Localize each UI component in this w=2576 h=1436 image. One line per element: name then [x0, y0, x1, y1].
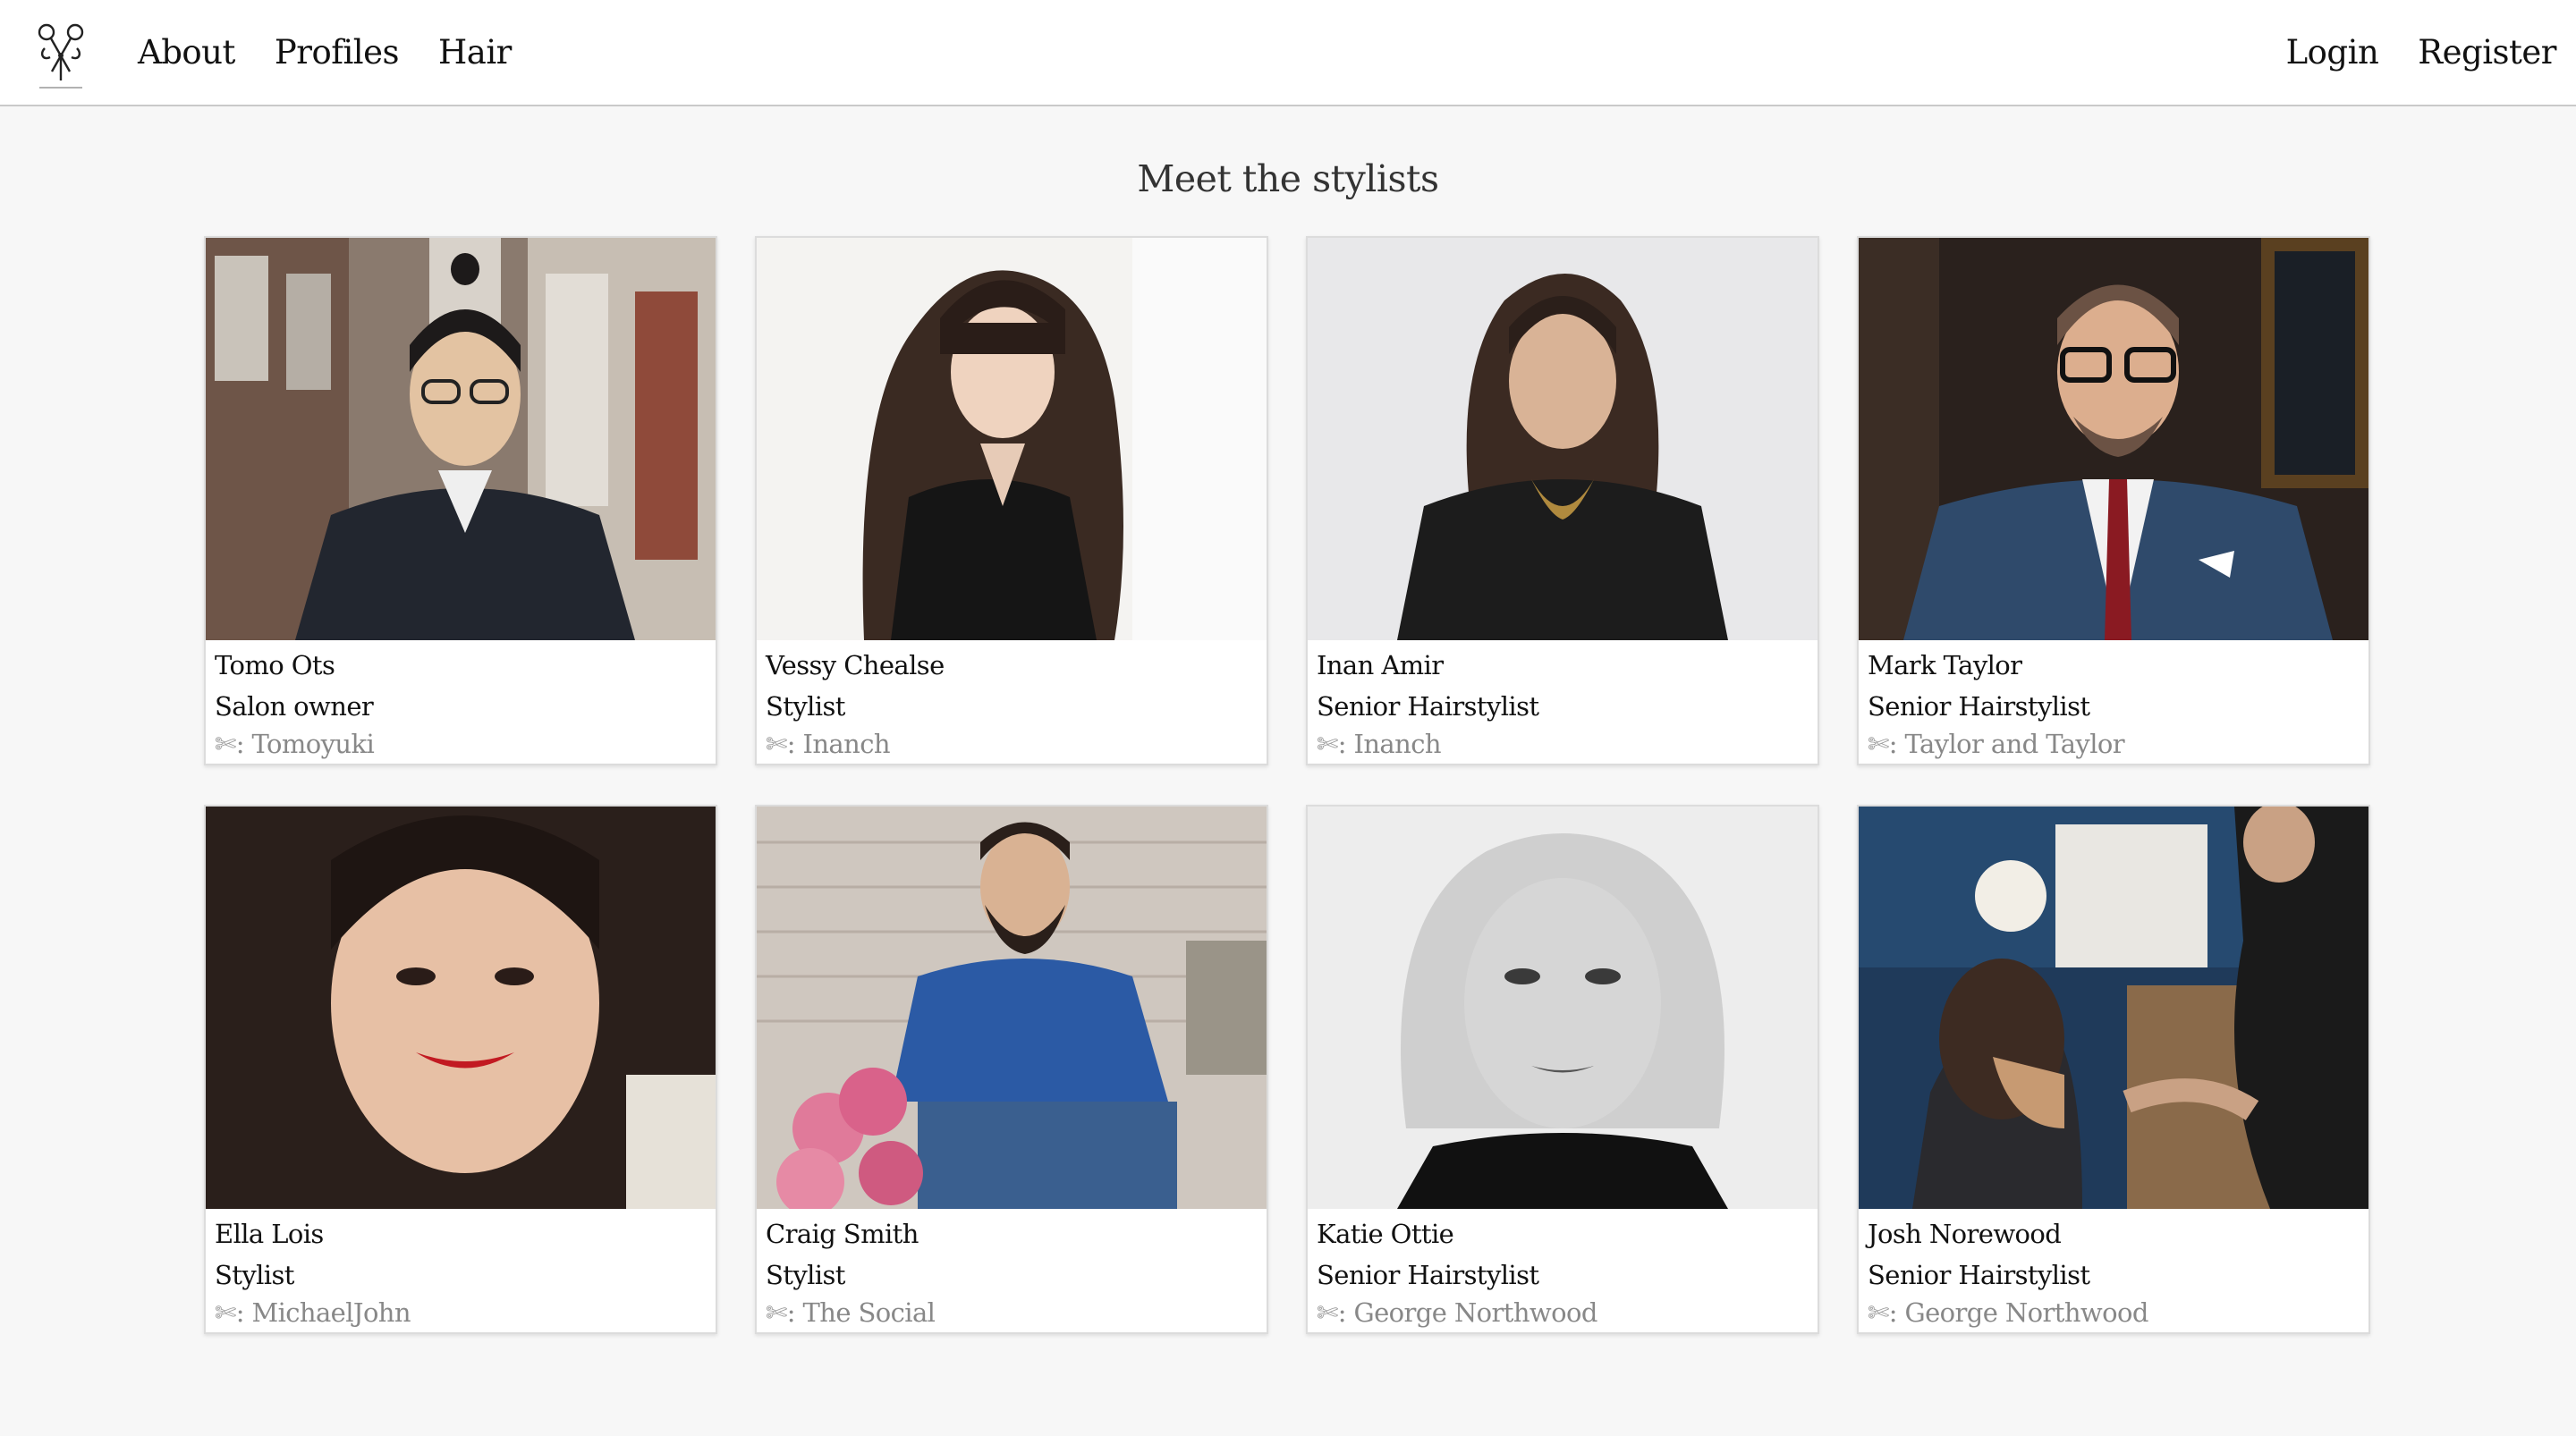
scissors-logo-icon [38, 23, 84, 89]
page-title: Meet the stylists [1137, 157, 1439, 200]
salon-name: George Northwood [1353, 1297, 1598, 1328]
stylist-photo[interactable] [1859, 238, 2368, 640]
nav-profiles-link[interactable]: Profiles [275, 33, 400, 72]
stylist-role: Senior Hairstylist [1317, 691, 1539, 722]
stylist-grid: Tomo Ots Salon owner ✄: Tomoyuki Vessy C… [204, 236, 2372, 1334]
stylist-role: Stylist [215, 1260, 294, 1290]
stylist-card[interactable]: Craig Smith Stylist ✄: The Social [755, 805, 1268, 1334]
stylist-role: Senior Hairstylist [1868, 691, 2090, 722]
stylist-card[interactable]: Ella Lois Stylist ✄: MichaelJohn [204, 805, 717, 1334]
salon-prefix: : [1337, 1297, 1354, 1328]
salon-name: MichaelJohn [251, 1297, 411, 1328]
stylist-salon: ✄: Inanch [1317, 728, 1809, 760]
scissors-icon: ✄ [1317, 729, 1338, 759]
salon-prefix: : [1888, 1297, 1905, 1328]
salon-name: Inanch [1353, 729, 1442, 759]
stylist-photo[interactable] [1308, 238, 1818, 640]
stylist-name: Inan Amir [1317, 650, 1444, 680]
stylist-salon: ✄: George Northwood [1868, 1297, 2360, 1329]
stylist-card[interactable]: Vessy Chealse Stylist ✄: Inanch [755, 236, 1268, 765]
stylist-name: Josh Norewood [1868, 1219, 2062, 1249]
scissors-icon: ✄ [1317, 1297, 1338, 1328]
salon-prefix: : [1337, 729, 1354, 759]
scissors-icon: ✄ [766, 1297, 787, 1328]
salon-prefix: : [235, 729, 252, 759]
stylist-photo[interactable] [757, 807, 1267, 1209]
stylist-salon: ✄: MichaelJohn [215, 1297, 707, 1329]
stylist-name: Mark Taylor [1868, 650, 2022, 680]
stylist-name: Katie Ottie [1317, 1219, 1454, 1249]
stylist-role: Stylist [766, 1260, 845, 1290]
scissors-icon: ✄ [1868, 729, 1889, 759]
stylist-name: Ella Lois [215, 1219, 324, 1249]
salon-prefix: : [235, 1297, 252, 1328]
salon-name: Taylor and Taylor [1904, 729, 2125, 759]
stylist-name: Craig Smith [766, 1219, 919, 1249]
login-link[interactable]: Login [2286, 33, 2379, 72]
stylist-salon: ✄: The Social [766, 1297, 1258, 1329]
salon-name: The Social [802, 1297, 936, 1328]
salon-name: Inanch [802, 729, 891, 759]
salon-name: Tomoyuki [251, 729, 375, 759]
salon-prefix: : [1888, 729, 1905, 759]
scissors-icon: ✄ [1868, 1297, 1889, 1328]
salon-prefix: : [786, 1297, 803, 1328]
nav-about-link[interactable]: About [138, 33, 235, 72]
stylist-salon: ✄: Tomoyuki [215, 728, 707, 760]
stylist-salon: ✄: George Northwood [1317, 1297, 1809, 1329]
account-nav: Login Register [2247, 0, 2557, 105]
stylist-photo[interactable] [1859, 807, 2368, 1209]
scissors-icon: ✄ [215, 729, 236, 759]
stylist-card[interactable]: Inan Amir Senior Hairstylist ✄: Inanch [1306, 236, 1819, 765]
stylist-role: Senior Hairstylist [1868, 1260, 2090, 1290]
stylist-name: Vessy Chealse [766, 650, 945, 680]
site-logo[interactable] [27, 16, 95, 93]
salon-name: George Northwood [1904, 1297, 2149, 1328]
stylist-role: Salon owner [215, 691, 374, 722]
register-link[interactable]: Register [2418, 33, 2556, 72]
stylist-salon: ✄: Taylor and Taylor [1868, 728, 2360, 760]
stylist-card[interactable]: Mark Taylor Senior Hairstylist ✄: Taylor… [1857, 236, 2370, 765]
stylist-card[interactable]: Tomo Ots Salon owner ✄: Tomoyuki [204, 236, 717, 765]
stylist-photo[interactable] [206, 807, 716, 1209]
primary-nav: About Profiles Hair [138, 0, 551, 105]
stylist-photo[interactable] [206, 238, 716, 640]
stylist-photo[interactable] [1308, 807, 1818, 1209]
scissors-icon: ✄ [766, 729, 787, 759]
stylist-salon: ✄: Inanch [766, 728, 1258, 760]
top-navbar: About Profiles Hair Login Register [0, 0, 2576, 106]
stylist-card[interactable]: Katie Ottie Senior Hairstylist ✄: George… [1306, 805, 1819, 1334]
stylist-card[interactable]: Josh Norewood Senior Hairstylist ✄: Geor… [1857, 805, 2370, 1334]
stylist-name: Tomo Ots [215, 650, 335, 680]
stylist-photo[interactable] [757, 238, 1267, 640]
nav-hair-link[interactable]: Hair [438, 33, 512, 72]
stylist-role: Stylist [766, 691, 845, 722]
salon-prefix: : [786, 729, 803, 759]
scissors-icon: ✄ [215, 1297, 236, 1328]
stylist-role: Senior Hairstylist [1317, 1260, 1539, 1290]
